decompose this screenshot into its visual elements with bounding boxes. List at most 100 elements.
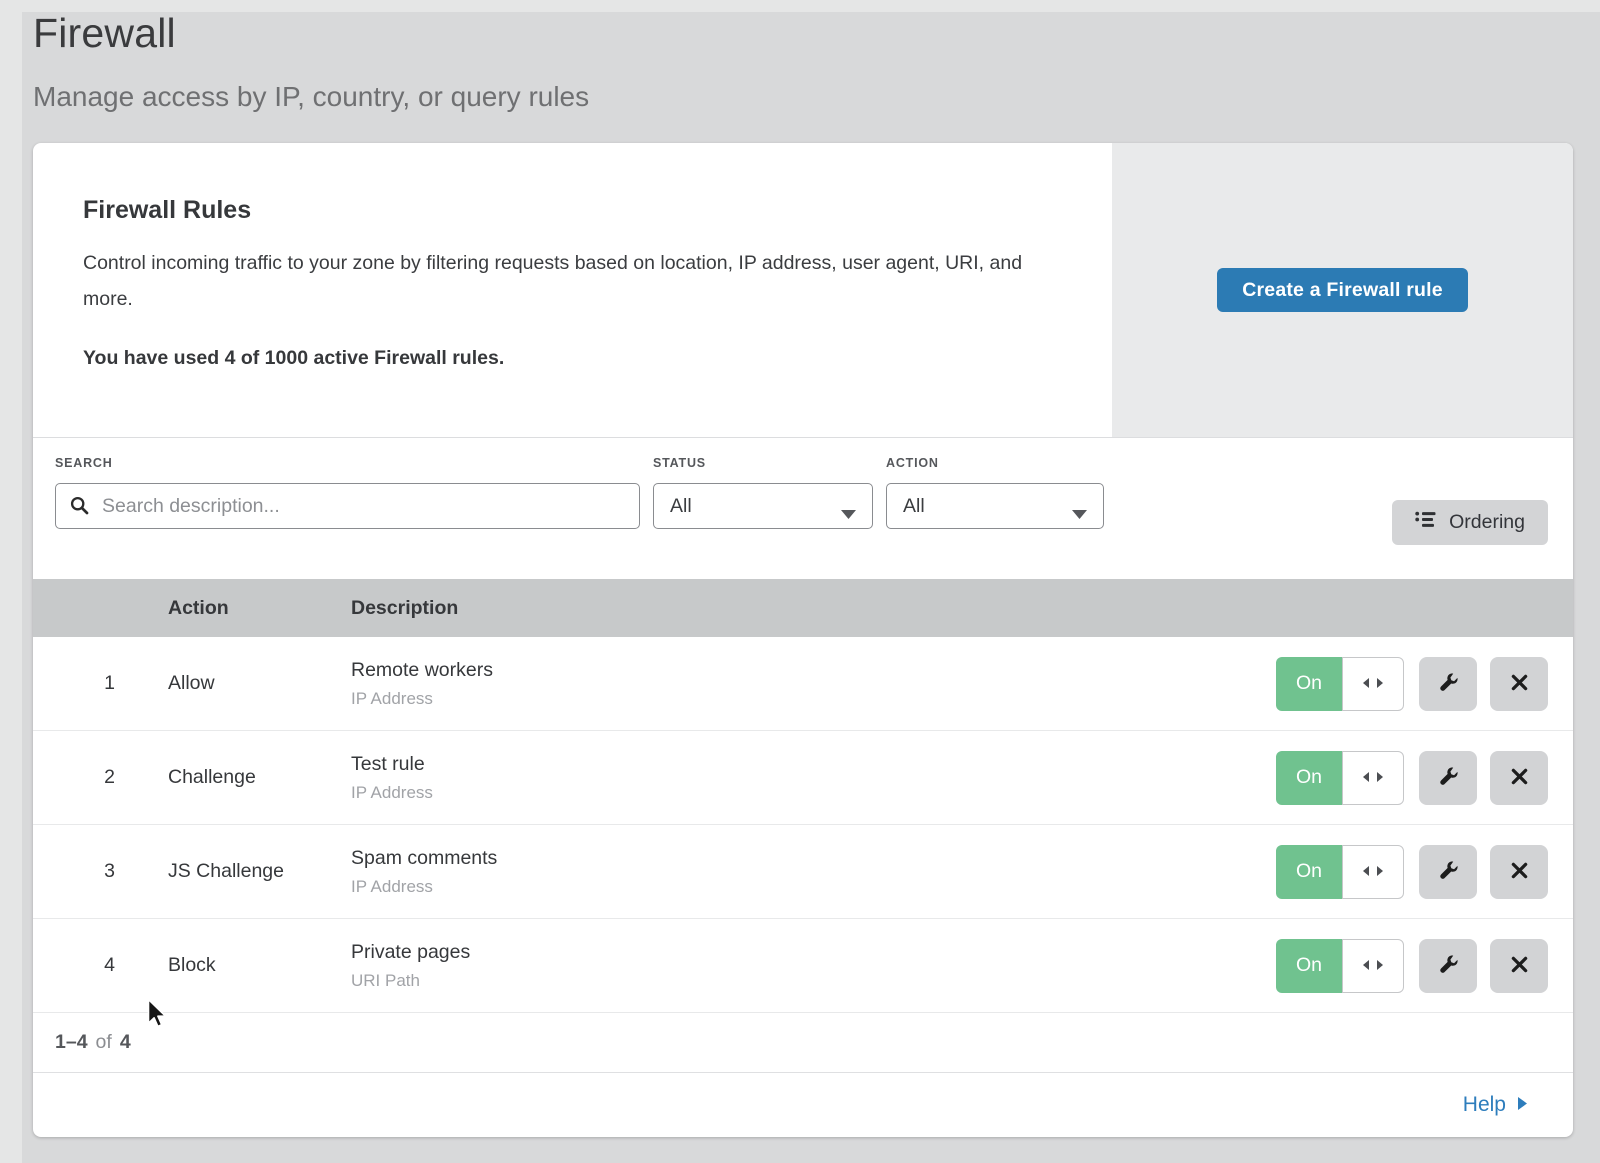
triangle-right-icon — [1517, 1093, 1528, 1117]
search-input-wrap — [55, 483, 640, 529]
rule-controls: On — [1276, 939, 1573, 993]
pagination-range: 1–4 — [55, 1031, 88, 1054]
rule-description: Spam comments — [351, 846, 497, 870]
rule-enabled-toggle[interactable]: On — [1276, 657, 1404, 711]
action-filter-group: ACTION All — [886, 456, 1104, 529]
search-input[interactable] — [55, 483, 640, 529]
pagination-total: 4 — [120, 1031, 131, 1054]
priority-drag-handle[interactable] — [1342, 845, 1404, 899]
action-label: ACTION — [886, 456, 1104, 470]
rule-match-type: URI Path — [351, 971, 470, 991]
wrench-icon — [1438, 860, 1459, 884]
create-firewall-rule-button[interactable]: Create a Firewall rule — [1217, 268, 1468, 312]
rule-controls: On — [1276, 845, 1573, 899]
search-filter-group: SEARCH — [55, 456, 640, 529]
x-icon — [1510, 955, 1529, 977]
page-header: Firewall Manage access by IP, country, o… — [33, 10, 589, 113]
rule-description: Private pages — [351, 940, 470, 964]
rule-match-type: IP Address — [351, 877, 497, 897]
rule-priority: 4 — [33, 954, 168, 977]
page-title: Firewall — [33, 10, 589, 57]
rule-controls: On — [1276, 751, 1573, 805]
overview-heading: Firewall Rules — [83, 195, 1052, 225]
left-right-arrows-icon — [1362, 766, 1384, 789]
status-filter-group: STATUS All — [653, 456, 873, 529]
toggle-on-label[interactable]: On — [1276, 939, 1342, 993]
usage-note: You have used 4 of 1000 active Firewall … — [83, 347, 1052, 370]
overview-section: Firewall Rules Control incoming traffic … — [33, 143, 1573, 437]
search-label: SEARCH — [55, 456, 640, 470]
wrench-icon — [1438, 766, 1459, 790]
action-select-value: All — [903, 495, 925, 518]
page-subtitle: Manage access by IP, country, or query r… — [33, 81, 589, 113]
card-footer: Help — [33, 1073, 1573, 1137]
rule-action: Block — [168, 954, 351, 977]
action-select[interactable]: All — [886, 483, 1104, 529]
chevron-down-icon — [840, 503, 857, 526]
left-right-arrows-icon — [1362, 860, 1384, 883]
rule-description-cell: Spam comments IP Address — [351, 846, 497, 897]
rule-description: Remote workers — [351, 658, 493, 682]
rule-priority: 3 — [33, 860, 168, 883]
table-row: 1 Allow Remote workers IP Address On — [33, 637, 1573, 731]
table-header: Action Description — [33, 579, 1573, 637]
status-select[interactable]: All — [653, 483, 873, 529]
rule-description-cell: Private pages URI Path — [351, 940, 470, 991]
left-right-arrows-icon — [1362, 672, 1384, 695]
left-right-arrows-icon — [1362, 954, 1384, 977]
rule-priority: 2 — [33, 766, 168, 789]
edit-rule-button[interactable] — [1419, 939, 1477, 993]
delete-rule-button[interactable] — [1490, 939, 1548, 993]
rule-controls: On — [1276, 657, 1573, 711]
rule-description-cell: Test rule IP Address — [351, 752, 433, 803]
column-header-action: Action — [168, 597, 351, 620]
rule-enabled-toggle[interactable]: On — [1276, 751, 1404, 805]
rule-match-type: IP Address — [351, 689, 493, 709]
rule-action: Challenge — [168, 766, 351, 789]
ordering-button-label: Ordering — [1449, 511, 1525, 534]
firewall-rules-card: Firewall Rules Control incoming traffic … — [33, 143, 1573, 1137]
filter-bar: SEARCH STATUS All ACTION All — [33, 437, 1573, 579]
priority-drag-handle[interactable] — [1342, 657, 1404, 711]
delete-rule-button[interactable] — [1490, 751, 1548, 805]
toggle-on-label[interactable]: On — [1276, 845, 1342, 899]
rule-action: Allow — [168, 672, 351, 695]
priority-drag-handle[interactable] — [1342, 751, 1404, 805]
delete-rule-button[interactable] — [1490, 845, 1548, 899]
rule-enabled-toggle[interactable]: On — [1276, 845, 1404, 899]
x-icon — [1510, 673, 1529, 695]
chevron-down-icon — [1071, 503, 1088, 526]
edit-rule-button[interactable] — [1419, 657, 1477, 711]
ordering-button-wrap: Ordering — [1392, 456, 1548, 545]
status-label: STATUS — [653, 456, 873, 470]
table-row: 3 JS Challenge Spam comments IP Address … — [33, 825, 1573, 919]
rule-match-type: IP Address — [351, 783, 433, 803]
priority-drag-handle[interactable] — [1342, 939, 1404, 993]
overview-text-block: Firewall Rules Control incoming traffic … — [33, 143, 1112, 437]
table-row: 4 Block Private pages URI Path On — [33, 919, 1573, 1013]
status-select-value: All — [670, 495, 692, 518]
ordering-button[interactable]: Ordering — [1392, 500, 1548, 545]
help-link-label: Help — [1463, 1093, 1506, 1117]
overview-description: Control incoming traffic to your zone by… — [83, 245, 1038, 317]
delete-rule-button[interactable] — [1490, 657, 1548, 711]
toggle-on-label[interactable]: On — [1276, 657, 1342, 711]
ordered-list-icon — [1415, 511, 1436, 534]
help-link[interactable]: Help — [1463, 1093, 1528, 1117]
pagination-separator: of — [96, 1031, 112, 1054]
toggle-on-label[interactable]: On — [1276, 751, 1342, 805]
search-icon — [69, 495, 90, 521]
edit-rule-button[interactable] — [1419, 751, 1477, 805]
x-icon — [1510, 861, 1529, 883]
column-header-description: Description — [351, 597, 458, 620]
rule-enabled-toggle[interactable]: On — [1276, 939, 1404, 993]
edit-rule-button[interactable] — [1419, 845, 1477, 899]
create-rule-panel: Create a Firewall rule — [1112, 143, 1573, 437]
pagination-row: 1–4 of 4 — [33, 1013, 1573, 1073]
rule-priority: 1 — [33, 672, 168, 695]
x-icon — [1510, 767, 1529, 789]
wrench-icon — [1438, 954, 1459, 978]
table-row: 2 Challenge Test rule IP Address On — [33, 731, 1573, 825]
rule-description-cell: Remote workers IP Address — [351, 658, 493, 709]
rule-description: Test rule — [351, 752, 433, 776]
